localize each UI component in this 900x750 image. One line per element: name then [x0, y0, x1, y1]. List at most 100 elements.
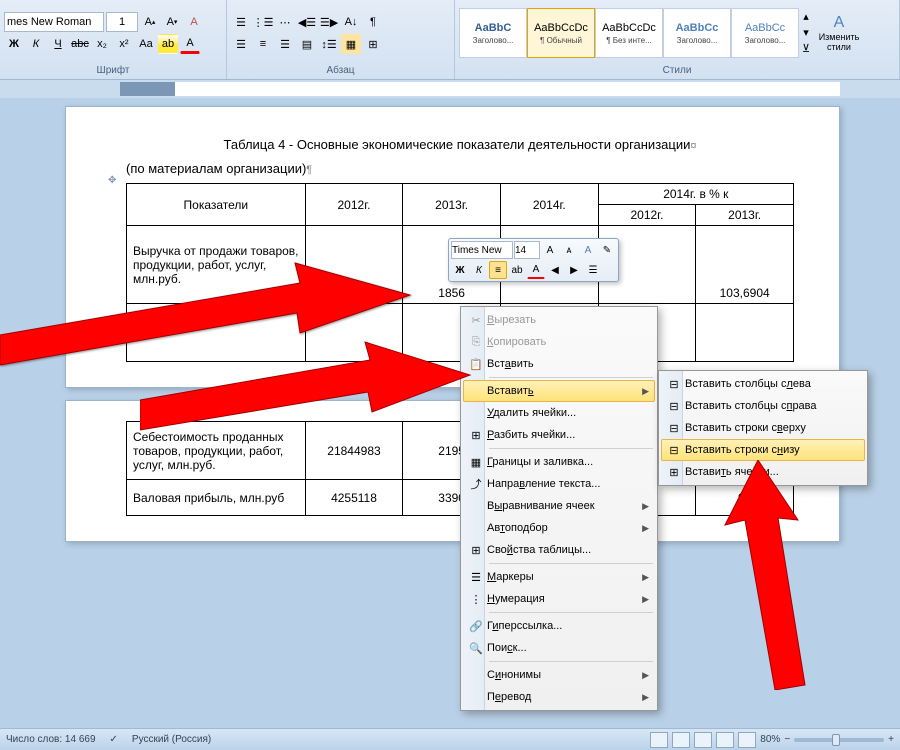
- view-draft-icon[interactable]: [738, 732, 756, 748]
- table-cell[interactable]: 21844983: [305, 422, 403, 480]
- table-header[interactable]: 2014г.: [500, 184, 598, 226]
- status-word-count[interactable]: Число слов: 14 669: [6, 734, 96, 745]
- menu-translate[interactable]: Перевод▶: [463, 686, 655, 708]
- superscript-icon[interactable]: x²: [114, 34, 134, 54]
- table-cell[interactable]: [696, 304, 794, 362]
- indent-increase-icon[interactable]: ▶: [565, 261, 583, 279]
- gallery-more-icon[interactable]: ⊻: [799, 40, 813, 56]
- style-item[interactable]: AaBbCcDc¶ Без инте...: [595, 8, 663, 58]
- submenu-cols-left[interactable]: ⊟Вставить столбцы слева: [661, 373, 865, 395]
- grow-font-icon[interactable]: A▴: [140, 12, 160, 32]
- submenu-cols-right[interactable]: ⊟Вставить столбцы справа: [661, 395, 865, 417]
- table-cell[interactable]: 4255118: [305, 480, 403, 516]
- styles-icon[interactable]: A: [579, 241, 597, 259]
- align-center-icon[interactable]: ≡: [489, 261, 507, 279]
- shading-icon[interactable]: ▦: [341, 34, 361, 54]
- style-item[interactable]: AaBbCcЗаголово...: [663, 8, 731, 58]
- indent-increase-icon[interactable]: ☰▶: [319, 12, 339, 32]
- table-cell[interactable]: Себестоимость проданных товаров, продукц…: [127, 422, 306, 480]
- shrink-font-icon[interactable]: A▾: [162, 12, 182, 32]
- view-outline-icon[interactable]: [716, 732, 734, 748]
- menu-paste[interactable]: 📋Вставить: [463, 353, 655, 375]
- menu-find[interactable]: 🔍Поиск...: [463, 637, 655, 659]
- menu-synonyms[interactable]: Синонимы▶: [463, 664, 655, 686]
- indent-decrease-icon[interactable]: ◀☰: [297, 12, 317, 32]
- style-item[interactable]: AaBbCcDc¶ Обычный: [527, 8, 595, 58]
- multilevel-icon[interactable]: ⋯: [275, 12, 295, 32]
- table-cell[interactable]: 17589865: [305, 226, 403, 304]
- font-name-select[interactable]: [4, 12, 104, 32]
- style-gallery[interactable]: AaBbCЗаголово... AaBbCcDc¶ Обычный AaBbC…: [459, 8, 813, 58]
- bullets-icon[interactable]: ☰: [584, 261, 602, 279]
- table-header[interactable]: 2012г.: [598, 205, 696, 226]
- table-header[interactable]: 2013г.: [696, 205, 794, 226]
- menu-split-cells[interactable]: ⊞Разбить ячейки...: [463, 424, 655, 446]
- clear-format-icon[interactable]: A: [184, 12, 204, 32]
- table-cell[interactable]: [305, 304, 403, 362]
- submenu-cells[interactable]: ⊞Вставить ячейки...: [661, 461, 865, 483]
- gallery-up-icon[interactable]: ▴: [799, 8, 813, 24]
- status-language[interactable]: Русский (Россия): [132, 734, 211, 745]
- menu-borders[interactable]: ▦Границы и заливка...: [463, 451, 655, 473]
- submenu-rows-above[interactable]: ⊟Вставить строки сверху: [661, 417, 865, 439]
- strike-icon[interactable]: abc: [70, 34, 90, 54]
- menu-cell-align[interactable]: Выравнивание ячеек▶: [463, 495, 655, 517]
- view-web-icon[interactable]: [694, 732, 712, 748]
- table-cell[interactable]: 103,6904: [696, 226, 794, 304]
- change-styles-button[interactable]: A Изменить стили: [815, 12, 863, 54]
- menu-bullets[interactable]: ☰Маркеры▶: [463, 566, 655, 588]
- style-item[interactable]: AaBbCcЗаголово...: [731, 8, 799, 58]
- ruler[interactable]: [0, 80, 900, 98]
- change-case-icon[interactable]: Aa: [136, 34, 156, 54]
- menu-numbering[interactable]: ⋮Нумерация▶: [463, 588, 655, 610]
- table-header[interactable]: 2014г. в % к: [598, 184, 793, 205]
- italic-icon[interactable]: К: [470, 261, 488, 279]
- grow-font-icon[interactable]: A: [541, 241, 559, 259]
- table-cell[interactable]: Валовая прибыль, млн.руб: [127, 480, 306, 516]
- line-spacing-icon[interactable]: ↕☰: [319, 34, 339, 54]
- align-right-icon[interactable]: ☰: [275, 34, 295, 54]
- zoom-slider[interactable]: [794, 738, 884, 742]
- highlight-icon[interactable]: ab: [508, 261, 526, 279]
- table-anchor-icon[interactable]: ✥: [108, 175, 116, 186]
- table-header[interactable]: 2013г.: [403, 184, 501, 226]
- borders-icon[interactable]: ⊞: [363, 34, 383, 54]
- format-painter-icon[interactable]: ✎: [598, 241, 616, 259]
- zoom-in-icon[interactable]: +: [888, 734, 894, 745]
- font-size-select[interactable]: [106, 12, 138, 32]
- table-header[interactable]: 2012г.: [305, 184, 403, 226]
- style-item[interactable]: AaBbCЗаголово...: [459, 8, 527, 58]
- italic-icon[interactable]: К: [26, 34, 46, 54]
- status-spellcheck-icon[interactable]: ✓: [110, 734, 118, 745]
- underline-icon[interactable]: Ч: [48, 34, 68, 54]
- table-header[interactable]: Показатели: [127, 184, 306, 226]
- font-color-icon[interactable]: A: [180, 34, 200, 54]
- bullets-icon[interactable]: ☰: [231, 12, 251, 32]
- view-print-icon[interactable]: [650, 732, 668, 748]
- submenu-rows-below[interactable]: ⊟Вставить строки снизу: [661, 439, 865, 461]
- font-color-icon[interactable]: A: [527, 261, 545, 279]
- table-cell[interactable]: [127, 304, 306, 362]
- align-left-icon[interactable]: ☰: [231, 34, 251, 54]
- bold-icon[interactable]: Ж: [451, 261, 469, 279]
- bold-icon[interactable]: Ж: [4, 34, 24, 54]
- menu-text-direction[interactable]: ⤴Направление текста...: [463, 473, 655, 495]
- highlight-icon[interactable]: ab: [158, 34, 178, 54]
- subscript-icon[interactable]: x₂: [92, 34, 112, 54]
- zoom-level[interactable]: 80%: [760, 734, 780, 745]
- menu-hyperlink[interactable]: 🔗Гиперссылка...: [463, 615, 655, 637]
- numbering-icon[interactable]: ⋮☰: [253, 12, 273, 32]
- zoom-out-icon[interactable]: −: [784, 734, 790, 745]
- gallery-down-icon[interactable]: ▾: [799, 24, 813, 40]
- view-read-icon[interactable]: [672, 732, 690, 748]
- mini-font-select[interactable]: [451, 241, 513, 259]
- table-cell[interactable]: Выручка от продажи товаров, продукции, р…: [127, 226, 306, 304]
- show-marks-icon[interactable]: ¶: [363, 12, 383, 32]
- indent-decrease-icon[interactable]: ◀: [546, 261, 564, 279]
- align-center-icon[interactable]: ≡: [253, 34, 273, 54]
- mini-size-select[interactable]: [514, 241, 540, 259]
- sort-icon[interactable]: A↓: [341, 12, 361, 32]
- shrink-font-icon[interactable]: ᴀ: [560, 241, 578, 259]
- menu-table-props[interactable]: ⊞Свойства таблицы...: [463, 539, 655, 561]
- menu-delete-cells[interactable]: Удалить ячейки...: [463, 402, 655, 424]
